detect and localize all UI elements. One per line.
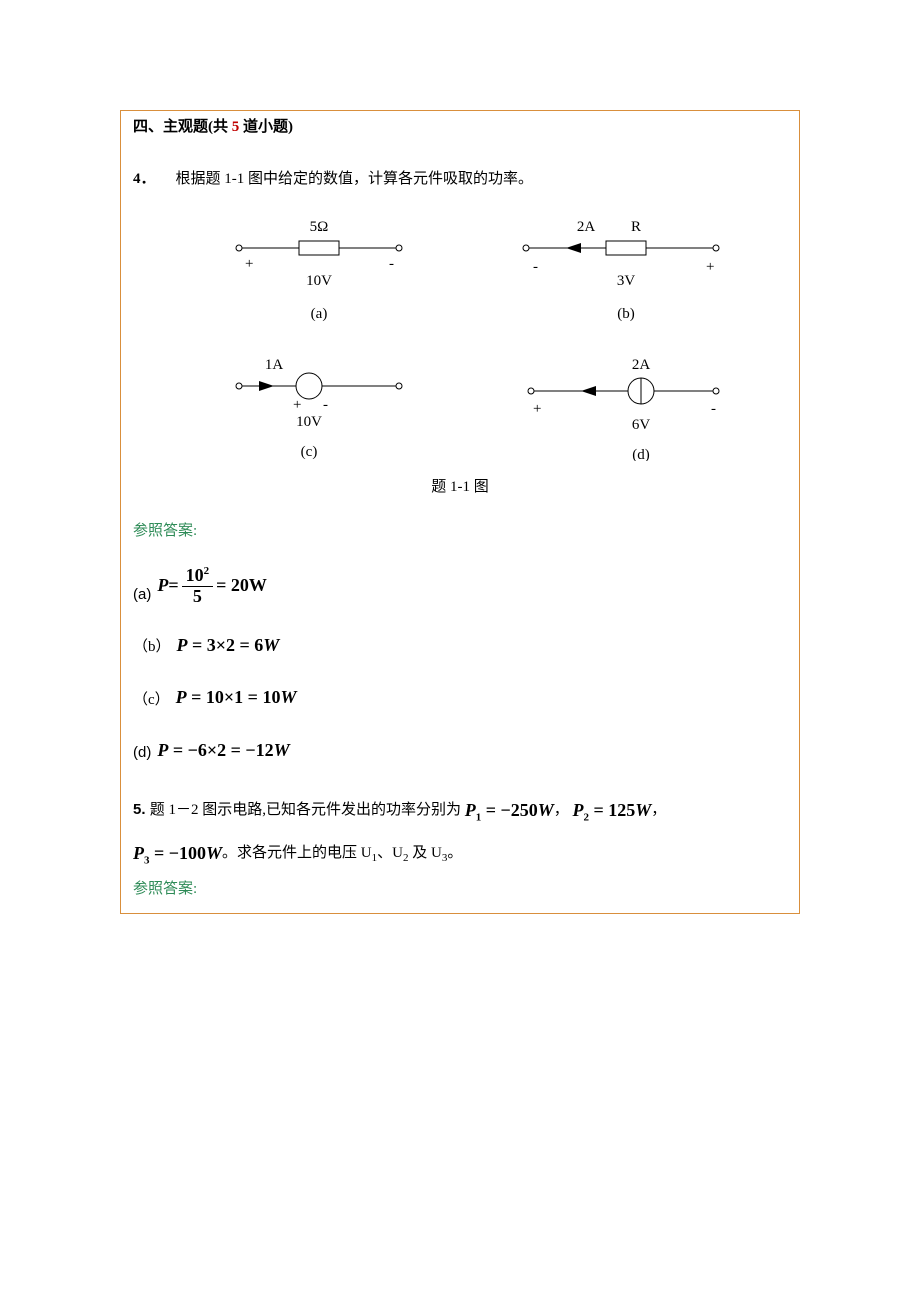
content-frame: 四、主观题(共 5 道小题) 4． 根据题 1-1 图中给定的数值，计算各元件吸取… bbox=[120, 110, 800, 914]
answer-b-math: P = 3×2 = 6W bbox=[177, 631, 280, 660]
diag-b-minus: - bbox=[533, 259, 538, 275]
question-4: 4． 根据题 1-1 图中给定的数值，计算各元件吸取的功率。 5Ω + - 10V… bbox=[133, 167, 787, 765]
q4-number: 4． bbox=[133, 171, 156, 187]
answer-a-lhs: P bbox=[157, 571, 168, 600]
diagram-b: 2A R - + 3V (b) bbox=[495, 213, 747, 323]
q5-sep1: ， bbox=[554, 802, 569, 818]
answer-a-den: 5 bbox=[189, 587, 206, 607]
diag-a-val: 10V bbox=[306, 273, 332, 289]
diag-d-plus: + bbox=[533, 401, 541, 417]
diag-d-val: 6V bbox=[632, 417, 651, 433]
q4-text: 根据题 1-1 图中给定的数值，计算各元件吸取的功率。 bbox=[176, 171, 534, 187]
answer-d: (d) P = −6×2 = −12W bbox=[133, 736, 787, 765]
diagram-grid: 5Ω + - 10V (a) 2A R bbox=[193, 213, 747, 461]
diagram-c: 1A + - 10V (c) bbox=[193, 351, 445, 461]
q4-answer-label: 参照答案: bbox=[133, 519, 787, 543]
diag-c-val: 10V bbox=[296, 414, 322, 430]
diag-b-val: 3V bbox=[617, 273, 636, 289]
diag-b-plus: + bbox=[706, 259, 714, 275]
diag-a-label: (a) bbox=[311, 306, 328, 322]
section-suffix: 道小题) bbox=[239, 119, 293, 135]
answer-b-label: （b） bbox=[133, 635, 171, 659]
q5-text-pre: 题 1－2 图示电路,已知各元件发出的功率分别为 bbox=[150, 802, 465, 818]
q5-tail: 。求各元件上的电压 U1、U2 及 U3。 bbox=[222, 845, 462, 861]
q5-p2: P2 = 125W bbox=[573, 800, 652, 820]
section-prefix: 四、主观题(共 bbox=[133, 119, 232, 135]
answer-a-eq1: = bbox=[168, 571, 178, 600]
diag-b-label: (b) bbox=[617, 306, 635, 322]
answer-c: （c） P = 10×1 = 10W bbox=[133, 683, 787, 712]
answer-d-label: (d) bbox=[133, 741, 151, 765]
diagram-a: 5Ω + - 10V (a) bbox=[193, 213, 445, 323]
section-header: 四、主观题(共 5 道小题) bbox=[133, 115, 787, 139]
diag-c-minus: - bbox=[323, 397, 328, 413]
q4-intro: 4． 根据题 1-1 图中给定的数值，计算各元件吸取的功率。 bbox=[133, 167, 787, 191]
diag-c-label: (c) bbox=[301, 444, 318, 460]
answer-a-math: P = 102 5 = 20W bbox=[157, 565, 267, 607]
answer-c-math: P = 10×1 = 10W bbox=[176, 683, 297, 712]
figure-caption: 题 1-1 图 bbox=[133, 475, 787, 499]
diag-d-cur: 2A bbox=[632, 357, 651, 373]
answer-a-rhs: = 20W bbox=[216, 571, 267, 600]
answer-a: (a) P = 102 5 = 20W bbox=[133, 565, 787, 607]
answer-a-label: (a) bbox=[133, 583, 151, 607]
diag-b-cur: 2A bbox=[577, 219, 596, 235]
answer-a-exp: 2 bbox=[204, 565, 210, 577]
q5-p3: P3 = −100W bbox=[133, 843, 222, 863]
answer-c-label: （c） bbox=[133, 688, 170, 712]
answer-a-frac: 102 5 bbox=[182, 565, 214, 607]
diag-d-minus: - bbox=[711, 401, 716, 417]
q5-answer-label: 参照答案: bbox=[133, 877, 787, 901]
q5-number: 5. bbox=[133, 801, 150, 818]
diag-c-plus: + bbox=[293, 397, 301, 413]
answer-a-numv: 10 bbox=[186, 565, 204, 585]
diag-a-plus: + bbox=[245, 256, 253, 272]
answer-b: （b） P = 3×2 = 6W bbox=[133, 631, 787, 660]
diagram-d: 2A + - 6V (d) bbox=[495, 351, 747, 461]
answer-a-num: 102 bbox=[182, 565, 214, 587]
diag-a-top: 5Ω bbox=[310, 219, 329, 235]
diag-a-minus: - bbox=[389, 256, 394, 272]
diag-c-cur: 1A bbox=[265, 357, 284, 373]
diag-d-label: (d) bbox=[632, 447, 650, 461]
answer-d-math: P = −6×2 = −12W bbox=[157, 736, 289, 765]
q5-p1: P1 = −250W bbox=[465, 800, 554, 820]
diag-b-r: R bbox=[631, 219, 641, 235]
question-5: 5. 题 1－2 图示电路,已知各元件发出的功率分别为 P1 = −250W， … bbox=[133, 789, 787, 875]
q5-sep2: ， bbox=[651, 802, 666, 818]
